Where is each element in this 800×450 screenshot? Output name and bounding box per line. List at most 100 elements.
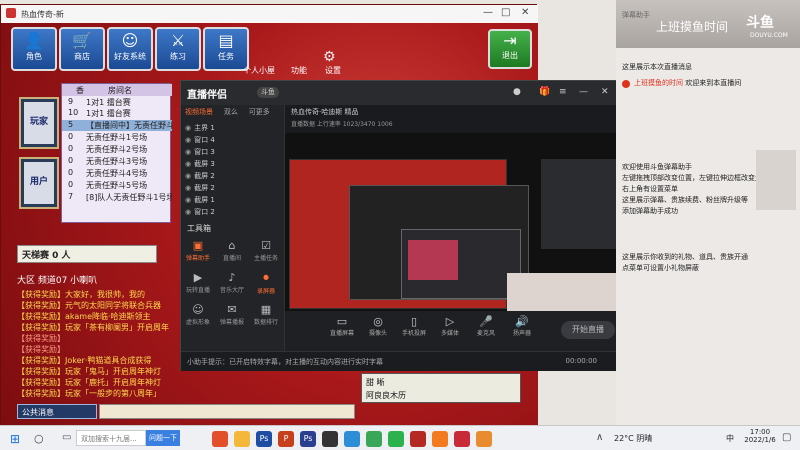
platform-tag[interactable]: 斗鱼 (257, 87, 279, 98)
close-icon[interactable]: ✕ (521, 7, 529, 18)
source-item[interactable]: ◉ 窗口 2 (185, 207, 281, 218)
windows-start-icon[interactable]: ⊞ (10, 432, 20, 446)
list-item[interactable]: 阿良良木历 (366, 390, 406, 401)
avatar-icon[interactable]: ● (513, 87, 523, 97)
search-button[interactable]: 问题一下 (146, 430, 180, 446)
practice-button[interactable]: ⚔ 练习 (155, 27, 201, 71)
eye-icon[interactable]: ◉ (185, 196, 191, 204)
stream-title[interactable]: 热血传奇·哈迪斯 精品 (291, 107, 358, 117)
tool-avatar-button[interactable]: ☺ 虚拟形象 (183, 303, 213, 331)
settings-label[interactable]: 设置 (313, 65, 353, 76)
chat-channel-select[interactable]: 公共消息 (17, 404, 97, 419)
source-item[interactable]: ◉ 截屏 3 (185, 159, 281, 170)
character-card[interactable]: 用户 (19, 157, 59, 209)
photoshop-icon[interactable]: Ps (300, 431, 316, 447)
eye-icon[interactable]: ◉ (185, 136, 191, 144)
ladder-count: 天梯赛 0 人 (17, 245, 157, 263)
table-row[interactable]: 10 1对1 擂台赛 (62, 108, 172, 119)
notification-icon[interactable]: ▢ (782, 432, 791, 443)
table-row[interactable]: 7 [8]队人无责任野斗1号场 (62, 192, 172, 203)
search-input[interactable]: 双加搜索十九届... (76, 430, 146, 446)
maximize-icon[interactable]: □ (501, 7, 510, 18)
tray-expand-icon[interactable]: ∧ (596, 432, 603, 443)
tool-task-button[interactable]: ☑ 主播任务 (251, 239, 281, 267)
minimize-icon[interactable]: — (483, 7, 493, 18)
wechat-icon[interactable] (388, 431, 404, 447)
search-icon[interactable]: ○ (34, 432, 44, 445)
weather-widget[interactable]: 22°C 阴晴 (614, 433, 652, 444)
chat-input[interactable] (99, 404, 355, 419)
preview-nested-capture (401, 229, 521, 299)
photoshop-icon[interactable]: Ps (256, 431, 272, 447)
task-label: 任务 (218, 52, 234, 61)
eye-icon[interactable]: ◉ (185, 184, 191, 192)
tool-music-button[interactable]: ♪ 音乐大厅 (217, 271, 247, 299)
source-item[interactable]: ◉ 截屏 2 (185, 171, 281, 182)
table-row[interactable]: 9 1对1 擂台赛 (62, 97, 172, 108)
ime-indicator[interactable]: 中 (726, 433, 734, 444)
gift-icon[interactable]: 🎁 (539, 87, 550, 97)
game-icon[interactable] (410, 431, 426, 447)
eye-icon[interactable]: ◉ (185, 160, 191, 168)
clock[interactable]: 17:00 2022/1/6 (742, 428, 778, 444)
source-item[interactable]: ◉ 窗口 3 (185, 147, 281, 158)
close-icon[interactable]: ✕ (601, 87, 611, 97)
app2-icon[interactable] (476, 431, 492, 447)
tab-scene-2[interactable]: 双么 (224, 107, 238, 117)
table-row[interactable]: 0 无责任野斗1号场 (62, 132, 172, 143)
eye-icon[interactable]: ◉ (185, 208, 191, 216)
chrome-icon[interactable] (212, 431, 228, 447)
qq-icon[interactable] (322, 431, 338, 447)
chat-channel-tabs[interactable]: 大区 频道07 小喇叭 (17, 273, 192, 287)
tab-scene-3[interactable]: 可更多 (249, 107, 270, 117)
app-icon[interactable] (454, 431, 470, 447)
character-card[interactable]: 玩家 (19, 97, 59, 149)
eye-icon[interactable]: ◉ (185, 148, 191, 156)
table-row[interactable]: 5 【直播间中】无责任野斗1号场 (62, 120, 172, 131)
minimize-icon[interactable]: — (579, 87, 589, 97)
start-stream-button[interactable]: 开始直播 (561, 321, 615, 339)
douyu-icon[interactable] (432, 431, 448, 447)
exit-button[interactable]: ⇥ 退出 (488, 29, 532, 69)
browser-icon[interactable] (366, 431, 382, 447)
friends-button[interactable]: ☺ 好友系统 (107, 27, 153, 71)
tool-broadcast-button[interactable]: ✉ 弹幕播报 (217, 303, 247, 331)
eye-icon[interactable]: ◉ (185, 172, 191, 180)
taskbar: ⊞ ○ ▭ 双加搜索十九届... 问题一下 Ps P Ps ∧ 22°C 阴晴 中 … (0, 425, 800, 450)
shop-button[interactable]: 🛒 商店 (59, 27, 105, 71)
source-item[interactable]: ◉ 截屏 2 (185, 183, 281, 194)
camera-icon: ◎ (373, 315, 383, 328)
mic-button[interactable]: 🎤 麦克风 (469, 315, 503, 337)
table-row[interactable]: 0 无责任野斗3号场 (62, 156, 172, 167)
tool-room-button[interactable]: ⌂ 直播间 (217, 239, 247, 267)
source-item[interactable]: ◉ 主界 1 (185, 123, 281, 134)
table-row[interactable]: 0 无责任野斗5号场 (62, 180, 172, 191)
source-item[interactable]: ◉ 截屏 1 (185, 195, 281, 206)
tool-danmu-button[interactable]: ▣ 弹幕助手 (183, 239, 213, 267)
tool-record-button[interactable]: ⏺ 录屏器 (251, 271, 281, 299)
menu-icon[interactable]: ≡ (559, 87, 569, 97)
eye-icon[interactable]: ◉ (185, 124, 191, 132)
tab-scene-1[interactable]: 视频场景 (185, 107, 213, 117)
role-button[interactable]: 👤 角色 (11, 27, 57, 71)
tool-rank-button[interactable]: ▦ 数据排行 (251, 303, 281, 331)
source-item[interactable]: ◉ 窗口 4 (185, 135, 281, 146)
cabin-label[interactable]: 个人小屋 (239, 65, 279, 76)
column-header-num: 香 (76, 86, 84, 95)
table-row[interactable]: 0 无责任野斗4号场 (62, 168, 172, 179)
list-item[interactable]: 甜 晰 (366, 377, 385, 388)
gear-icon[interactable]: ⚙ (323, 49, 336, 65)
taskview-icon[interactable]: ▭ (62, 432, 71, 443)
powerpoint-icon[interactable]: P (278, 431, 294, 447)
table-row[interactable]: 0 无责任野斗2号场 (62, 144, 172, 155)
speaker-button[interactable]: 🔊 扬声器 (505, 315, 539, 337)
stream-preview[interactable] (285, 133, 623, 311)
screen-button[interactable]: ▭ 直播屏幕 (325, 315, 359, 337)
room-name: 无责任野斗1号场 (86, 133, 148, 142)
phone-cast-button[interactable]: ▯ 手机投屏 (397, 315, 431, 337)
camera-button[interactable]: ◎ 摄像头 (361, 315, 395, 337)
edge-icon[interactable] (344, 431, 360, 447)
tool-play-button[interactable]: ▶ 玩转直播 (183, 271, 213, 299)
media-button[interactable]: ▷ 多媒体 (433, 315, 467, 337)
folder-icon[interactable] (234, 431, 250, 447)
